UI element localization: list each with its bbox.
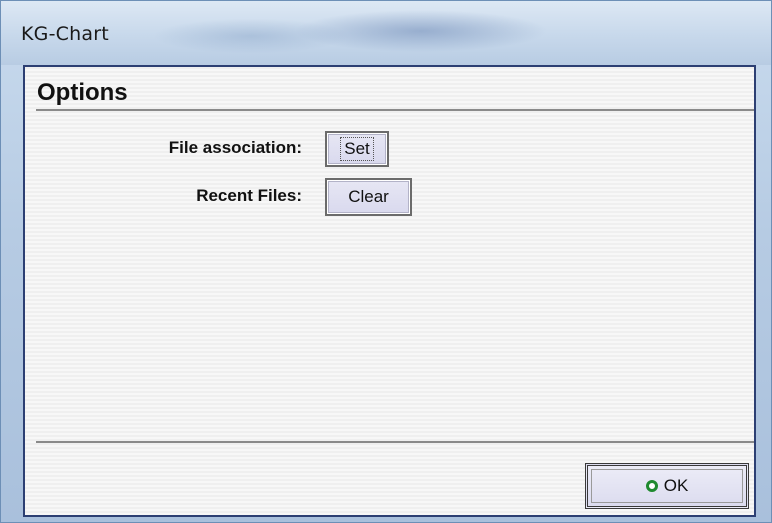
- ok-circle-icon: [645, 480, 658, 492]
- file-association-label: File association:: [168, 138, 302, 157]
- app-window: KG-Chart Options File association: Set R…: [0, 0, 772, 523]
- options-panel: Options File association: Set Recent Fil…: [23, 65, 756, 517]
- title-bar[interactable]: KG-Chart: [1, 1, 771, 65]
- ok-button-label: OK: [663, 476, 689, 495]
- set-button-label: Set: [340, 137, 374, 161]
- window-title: KG-Chart: [21, 23, 109, 45]
- clear-recent-files-button[interactable]: Clear: [325, 178, 412, 216]
- options-heading: Options: [37, 79, 128, 106]
- set-file-association-button[interactable]: Set: [325, 131, 389, 167]
- clear-button-label: Clear: [348, 187, 389, 206]
- ok-button[interactable]: OK: [585, 463, 749, 509]
- recent-files-label: Recent Files:: [196, 186, 302, 205]
- bottom-divider: [36, 441, 754, 443]
- top-divider: [36, 109, 754, 111]
